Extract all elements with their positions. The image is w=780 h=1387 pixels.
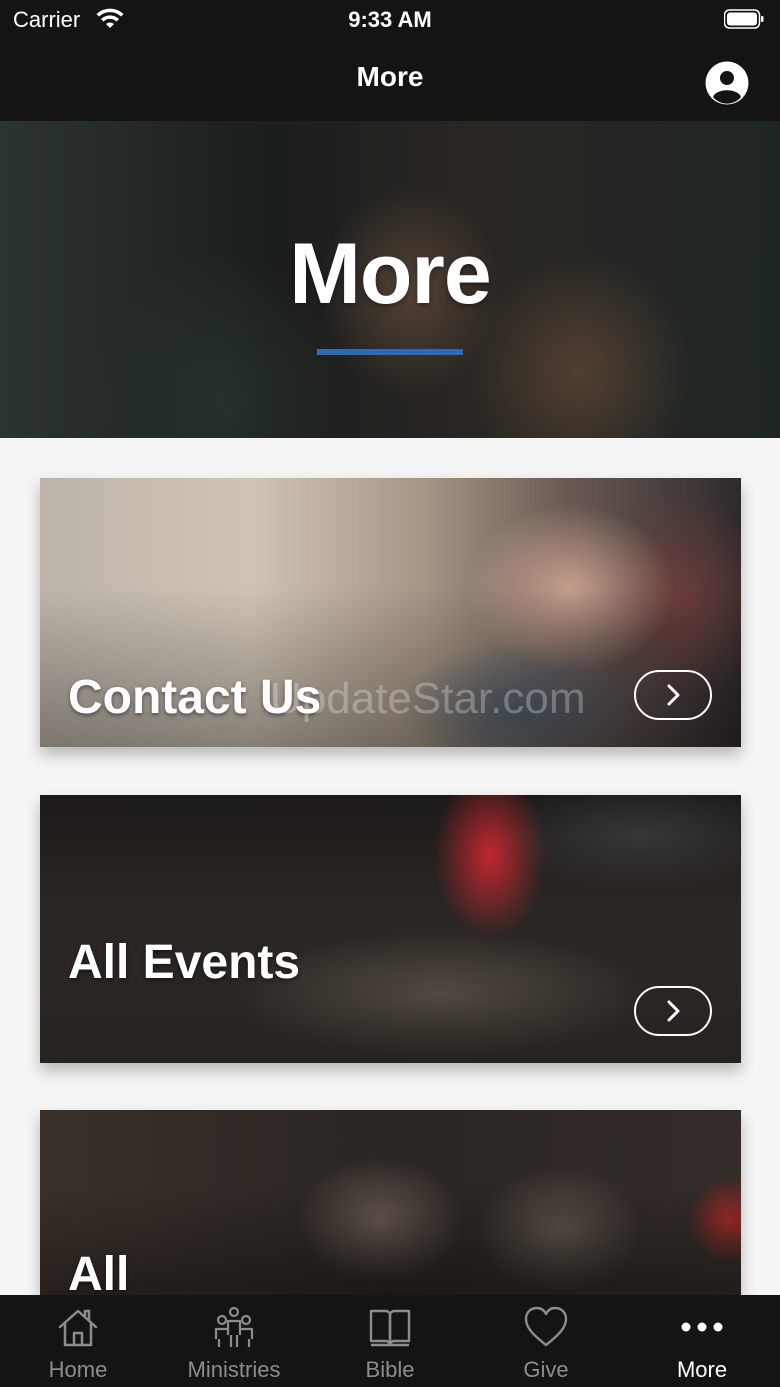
tab-ministries[interactable]: Ministries [156, 1295, 312, 1387]
tab-label: Bible [365, 1357, 415, 1382]
tab-label: Give [523, 1357, 569, 1382]
tab-label: More [676, 1357, 728, 1382]
clock: 9:33 AM [348, 7, 432, 32]
home-icon [58, 1309, 98, 1347]
chevron-right-icon [667, 1000, 680, 1022]
all-events-card[interactable]: All Events [40, 795, 741, 1063]
all-events-arrow-button[interactable] [634, 986, 712, 1036]
battery-icon [724, 9, 764, 29]
contact-us-card[interactable]: Contact Us UpdateStar.com [40, 478, 741, 747]
watermark: UpdateStar.com [270, 674, 586, 723]
card-label: All [68, 1248, 130, 1295]
heart-icon [524, 1306, 568, 1347]
people-icon [214, 1306, 254, 1347]
book-icon [369, 1309, 411, 1347]
tab-home[interactable]: Home [0, 1295, 156, 1387]
card-label: All Events [68, 936, 301, 989]
top-bar: Carrier 9:33 AM More [0, 0, 780, 121]
chevron-right-icon [667, 684, 680, 706]
all-card[interactable]: All [40, 1110, 741, 1295]
contact-us-arrow-button[interactable] [634, 670, 712, 720]
more-dots-icon [681, 1322, 723, 1332]
tab-bible[interactable]: Bible [312, 1295, 468, 1387]
tab-label: Ministries [187, 1357, 281, 1382]
status-bar: Carrier 9:33 AM [0, 0, 780, 40]
hero-title: More [289, 226, 491, 322]
tab-give[interactable]: Give [468, 1295, 624, 1387]
profile-icon[interactable] [704, 60, 750, 106]
tab-label: Home [48, 1357, 108, 1382]
hero-banner: More [0, 121, 780, 438]
nav-title: More [356, 61, 424, 92]
hero-underline [317, 349, 463, 355]
tab-more[interactable]: More [624, 1295, 780, 1387]
tab-bar: Home Ministries Bible Give More [0, 1295, 780, 1387]
